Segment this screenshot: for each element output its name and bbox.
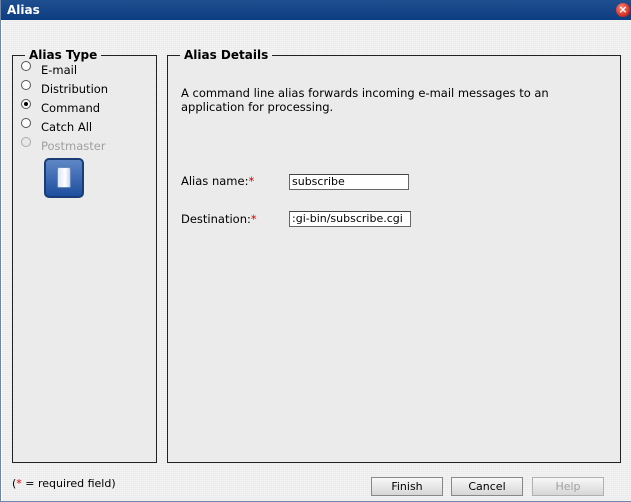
radio-postmaster: Postmaster	[21, 136, 108, 155]
window-title: Alias	[7, 3, 40, 17]
alias-name-label-text: Alias name:	[181, 174, 249, 188]
scroll-icon	[57, 167, 71, 188]
radio-command-button[interactable]	[21, 98, 31, 109]
destination-label: Destination:*	[181, 212, 257, 226]
radio-postmaster-button	[21, 136, 31, 147]
title-bar: Alias ×	[1, 0, 631, 20]
required-note-text: = required field)	[21, 477, 116, 490]
radio-command-label: Command	[41, 100, 101, 115]
alias-details-legend: Alias Details	[184, 48, 269, 62]
destination-required-mark: *	[250, 212, 257, 226]
command-scroll-icon	[44, 158, 84, 198]
alias-dialog: Alias × Alias Type E-mail Distribution C…	[0, 0, 631, 502]
help-button: Help	[532, 477, 604, 496]
finish-button[interactable]: Finish	[371, 477, 443, 496]
radio-distribution-button[interactable]	[21, 79, 31, 90]
alias-description: A command line alias forwards incoming e…	[181, 86, 549, 114]
radio-email-label: E-mail	[41, 62, 78, 77]
alias-type-radio-list: E-mail Distribution Command Catch All Po…	[21, 60, 108, 155]
alias-name-required-mark: *	[248, 174, 255, 188]
cancel-button[interactable]: Cancel	[451, 477, 523, 496]
radio-distribution[interactable]: Distribution	[21, 79, 108, 98]
radio-command[interactable]: Command	[21, 98, 108, 117]
radio-catch-all-label: Catch All	[41, 119, 93, 134]
radio-catch-all[interactable]: Catch All	[21, 117, 108, 136]
radio-email[interactable]: E-mail	[21, 60, 108, 79]
destination-label-text: Destination:	[181, 212, 251, 226]
radio-distribution-label: Distribution	[41, 81, 109, 96]
radio-postmaster-label: Postmaster	[41, 138, 106, 153]
destination-input[interactable]: :gi-bin/subscribe.cgi	[289, 211, 411, 227]
required-field-note: (* = required field)	[12, 477, 116, 490]
alias-name-input[interactable]: subscribe	[289, 174, 409, 190]
alias-name-label: Alias name:*	[181, 174, 254, 188]
radio-email-button[interactable]	[21, 60, 31, 71]
close-icon[interactable]: ×	[616, 3, 630, 17]
radio-catch-all-button[interactable]	[21, 117, 31, 128]
